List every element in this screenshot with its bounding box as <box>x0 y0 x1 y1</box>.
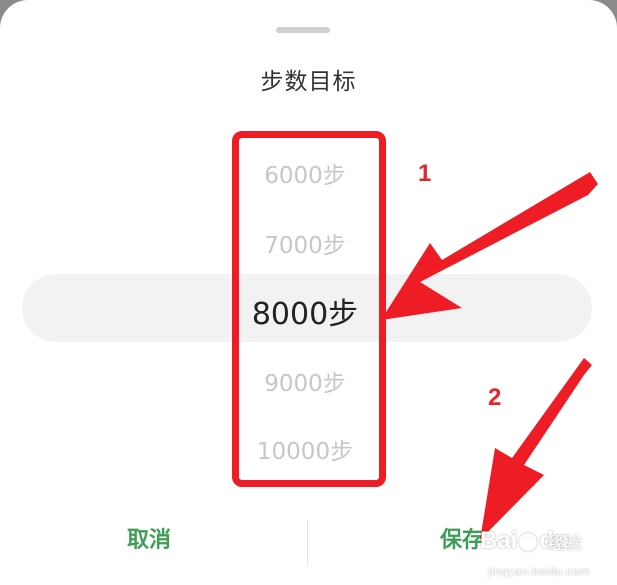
button-divider <box>307 520 308 566</box>
sheet-title: 步数目标 <box>260 69 357 95</box>
picker-option[interactable]: 6000步 <box>228 156 382 190</box>
annotation-step-1-label: 1 <box>418 160 432 187</box>
step-goal-picker[interactable]: 6000步 7000步 8000步 9000步 10000步 <box>228 128 382 482</box>
picker-option-selected[interactable]: 8000步 <box>228 289 382 333</box>
annotation-step-2-label: 2 <box>488 384 502 411</box>
cancel-button[interactable]: 取消 <box>127 522 171 554</box>
picker-option[interactable]: 10000步 <box>228 432 382 466</box>
bottom-sheet: 步数目标 6000步 7000步 8000步 9000步 10000步 取消 保… <box>0 0 617 585</box>
drag-handle[interactable] <box>276 27 330 33</box>
picker-option[interactable]: 9000步 <box>228 364 382 398</box>
picker-option[interactable]: 7000步 <box>228 226 382 260</box>
save-button[interactable]: 保存 <box>440 522 484 554</box>
